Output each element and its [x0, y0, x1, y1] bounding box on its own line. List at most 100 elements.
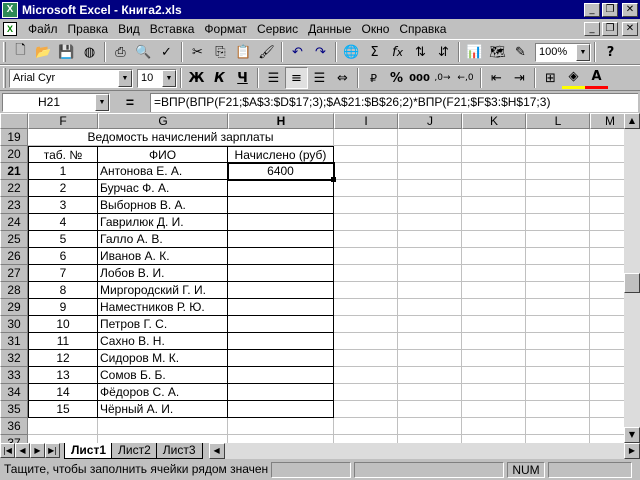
menu-item[interactable]: Данные: [303, 22, 356, 36]
last-sheet-icon[interactable]: ▶|: [45, 443, 60, 458]
sort-desc-icon[interactable]: ⇵: [432, 41, 455, 63]
format-painter-icon[interactable]: 🖌: [255, 41, 278, 63]
cell[interactable]: 6: [28, 248, 98, 265]
cell[interactable]: [334, 231, 398, 248]
cell[interactable]: [398, 197, 462, 214]
cell[interactable]: [398, 248, 462, 265]
cell[interactable]: 13: [28, 367, 98, 384]
row-header[interactable]: 22: [0, 180, 28, 197]
cell[interactable]: Петров Г. С.: [98, 316, 228, 333]
table-title[interactable]: Ведомость начислений зарплаты: [28, 129, 334, 146]
cell[interactable]: [334, 248, 398, 265]
row-header[interactable]: 19: [0, 129, 28, 146]
cell[interactable]: [526, 214, 590, 231]
cell[interactable]: [398, 299, 462, 316]
cell[interactable]: [462, 384, 526, 401]
header-cell[interactable]: ФИО: [98, 146, 228, 163]
align-left-icon[interactable]: ☰: [262, 67, 285, 89]
row-header[interactable]: 27: [0, 265, 28, 282]
column-header[interactable]: I: [334, 113, 398, 129]
decrease-decimal-icon[interactable]: ←,0: [454, 67, 477, 89]
scroll-right-icon[interactable]: ▶: [624, 443, 640, 459]
workbook-icon[interactable]: X: [3, 22, 17, 36]
copy-icon[interactable]: ⎘: [209, 41, 232, 63]
map-icon[interactable]: 🗺: [486, 41, 509, 63]
font-size-select[interactable]: 10 ▼: [137, 68, 177, 88]
cell[interactable]: [334, 299, 398, 316]
cell[interactable]: [228, 384, 334, 401]
cell[interactable]: [98, 435, 228, 443]
cell[interactable]: [98, 418, 228, 435]
sheet-tab[interactable]: Лист1: [64, 443, 114, 459]
cell[interactable]: Иванов А. К.: [98, 248, 228, 265]
row-header[interactable]: 35: [0, 401, 28, 418]
cell[interactable]: [462, 367, 526, 384]
cell[interactable]: [334, 333, 398, 350]
save-icon[interactable]: 💾: [55, 41, 78, 63]
undo-icon[interactable]: ↶: [286, 41, 309, 63]
cell[interactable]: 5: [28, 231, 98, 248]
menu-item[interactable]: Вид: [113, 22, 145, 36]
scroll-up-icon[interactable]: ▲: [624, 113, 640, 129]
cell[interactable]: [526, 435, 590, 443]
formula-input[interactable]: =ВПР(ВПР(F21;$A$3:$D$17;3);$A$21:$B$26;2…: [150, 92, 638, 112]
cell[interactable]: [28, 435, 98, 443]
cell[interactable]: [228, 435, 334, 443]
cell[interactable]: [334, 350, 398, 367]
function-icon[interactable]: fx: [386, 41, 409, 63]
header-cell[interactable]: Начислено (руб): [228, 146, 334, 163]
doc-minimize-button[interactable]: _: [584, 22, 600, 36]
cell[interactable]: Фёдоров С. А.: [98, 384, 228, 401]
cell[interactable]: [526, 418, 590, 435]
menu-item[interactable]: Правка: [63, 22, 114, 36]
cell[interactable]: [398, 163, 462, 180]
underline-button[interactable]: Ч: [231, 67, 254, 89]
horizontal-scrollbar[interactable]: ◀ ▶: [208, 443, 640, 459]
cell[interactable]: [462, 316, 526, 333]
cell[interactable]: [398, 129, 462, 146]
scroll-left-icon[interactable]: ◀: [208, 443, 225, 459]
thousands-icon[interactable]: 000: [408, 67, 431, 89]
cell[interactable]: Галло А. В.: [98, 231, 228, 248]
cell[interactable]: [462, 197, 526, 214]
cell[interactable]: Лобов В. И.: [98, 265, 228, 282]
cell[interactable]: Сомов Б. Б.: [98, 367, 228, 384]
cell[interactable]: [228, 316, 334, 333]
column-header[interactable]: L: [526, 113, 590, 129]
drawing-icon[interactable]: ✎: [509, 41, 532, 63]
cell[interactable]: [526, 350, 590, 367]
cell[interactable]: [462, 299, 526, 316]
doc-restore-button[interactable]: ❐: [602, 22, 618, 36]
cell[interactable]: [526, 146, 590, 163]
scroll-thumb[interactable]: [624, 273, 640, 293]
cell[interactable]: Чёрный А. И.: [98, 401, 228, 418]
cell[interactable]: [228, 282, 334, 299]
menu-item[interactable]: Вставка: [145, 22, 200, 36]
edit-formula-button[interactable]: =: [110, 94, 150, 110]
decrease-indent-icon[interactable]: ⇤: [485, 67, 508, 89]
cell[interactable]: [526, 333, 590, 350]
italic-button[interactable]: К: [208, 67, 231, 89]
cell[interactable]: [334, 180, 398, 197]
cell[interactable]: [334, 435, 398, 443]
sheet-tab[interactable]: Лист3: [155, 443, 203, 459]
sheet-tab[interactable]: Лист2: [111, 443, 158, 459]
cell[interactable]: Наместников Р. Ю.: [98, 299, 228, 316]
zoom-select[interactable]: 100% ▼: [535, 42, 591, 62]
fill-handle[interactable]: [331, 177, 336, 182]
doc-close-button[interactable]: ✕: [622, 22, 638, 36]
cell[interactable]: [334, 163, 398, 180]
cell[interactable]: 12: [28, 350, 98, 367]
cell[interactable]: [398, 265, 462, 282]
increase-indent-icon[interactable]: ⇥: [508, 67, 531, 89]
cell[interactable]: [334, 265, 398, 282]
cell[interactable]: [398, 282, 462, 299]
cell[interactable]: [526, 265, 590, 282]
borders-icon[interactable]: ⊞: [539, 67, 562, 89]
fill-color-icon[interactable]: ◈: [562, 67, 585, 89]
help-icon[interactable]: ?: [599, 41, 622, 63]
cell[interactable]: [526, 282, 590, 299]
cell[interactable]: [526, 197, 590, 214]
cell[interactable]: [398, 231, 462, 248]
cell[interactable]: 4: [28, 214, 98, 231]
